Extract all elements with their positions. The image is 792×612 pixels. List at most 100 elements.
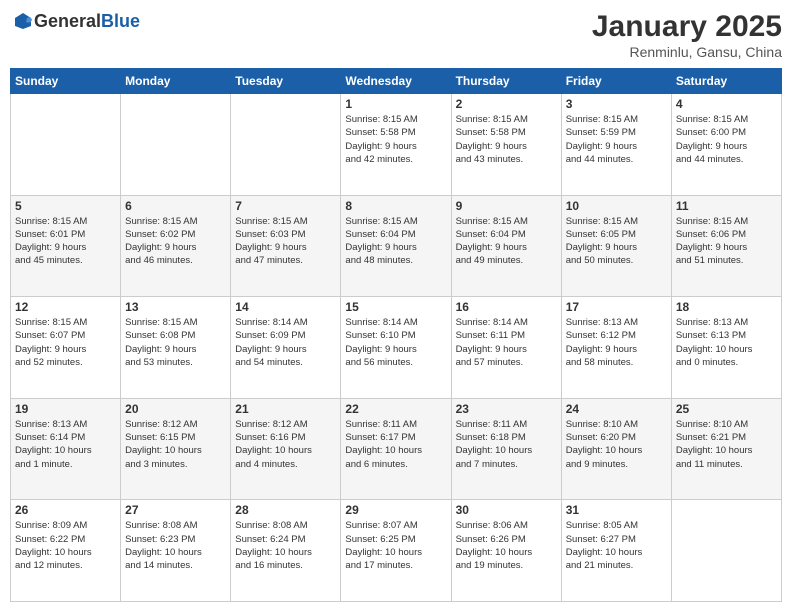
day-info: Sunrise: 8:15 AM Sunset: 6:04 PM Dayligh… bbox=[456, 215, 557, 268]
day-cell: 7Sunrise: 8:15 AM Sunset: 6:03 PM Daylig… bbox=[231, 195, 341, 297]
day-cell: 12 Sunrise: 8:15 AM Sunset: 6:07 PM Dayli… bbox=[11, 297, 121, 399]
day-cell: 3 Sunrise: 8:15 AM Sunset: 5:59 PM Daylig… bbox=[561, 94, 671, 196]
day-number: 12 bbox=[15, 300, 116, 314]
day-cell: 1 Sunrise: 8:15 AM Sunset: 5:58 PM Daylig… bbox=[341, 94, 451, 196]
day-info: Sunrise: 8:13 AM Sunset: 6:13 PM Dayligh… bbox=[676, 316, 777, 369]
day-cell: 24 Sunrise: 8:10 AM Sunset: 6:20 PM Dayli… bbox=[561, 398, 671, 500]
day-info: Sunrise: 8:15 AM Sunset: 6:03 PM Dayligh… bbox=[235, 215, 336, 268]
day-cell: 25Sunrise: 8:10 AM Sunset: 6:21 PM Dayli… bbox=[671, 398, 781, 500]
day-number: 6 bbox=[125, 199, 226, 213]
day-header-monday: Monday bbox=[121, 69, 231, 94]
day-number: 10 bbox=[566, 199, 667, 213]
day-number: 5 bbox=[15, 199, 116, 213]
day-number: 2 bbox=[456, 97, 557, 111]
day-info: Sunrise: 8:08 AM Sunset: 6:24 PM Dayligh… bbox=[235, 519, 336, 572]
day-cell: 23 Sunrise: 8:11 AM Sunset: 6:18 PM Dayli… bbox=[451, 398, 561, 500]
month-title: January 2025 bbox=[592, 10, 782, 44]
day-info: Sunrise: 8:15 AM Sunset: 6:00 PM Dayligh… bbox=[676, 113, 777, 166]
day-info: Sunrise: 8:10 AM Sunset: 6:20 PM Dayligh… bbox=[566, 418, 667, 471]
day-header-friday: Friday bbox=[561, 69, 671, 94]
day-number: 30 bbox=[456, 503, 557, 517]
calendar-header: SundayMondayTuesdayWednesdayThursdayFrid… bbox=[11, 69, 782, 94]
day-cell: 21Sunrise: 8:12 AM Sunset: 6:16 PM Dayli… bbox=[231, 398, 341, 500]
day-header-saturday: Saturday bbox=[671, 69, 781, 94]
page: GeneralBlue January 2025 Renminlu, Gansu… bbox=[0, 0, 792, 612]
day-cell: 26 Sunrise: 8:09 AM Sunset: 6:22 PM Dayli… bbox=[11, 500, 121, 602]
day-header-wednesday: Wednesday bbox=[341, 69, 451, 94]
day-info: Sunrise: 8:11 AM Sunset: 6:17 PM Dayligh… bbox=[345, 418, 446, 471]
day-number: 4 bbox=[676, 97, 777, 111]
day-cell bbox=[231, 94, 341, 196]
day-info: Sunrise: 8:15 AM Sunset: 5:58 PM Dayligh… bbox=[345, 113, 446, 166]
day-cell: 31Sunrise: 8:05 AM Sunset: 6:27 PM Dayli… bbox=[561, 500, 671, 602]
day-cell: 14Sunrise: 8:14 AM Sunset: 6:09 PM Dayli… bbox=[231, 297, 341, 399]
day-cell: 11 Sunrise: 8:15 AM Sunset: 6:06 PM Dayli… bbox=[671, 195, 781, 297]
day-info: Sunrise: 8:12 AM Sunset: 6:15 PM Dayligh… bbox=[125, 418, 226, 471]
day-info: Sunrise: 8:12 AM Sunset: 6:16 PM Dayligh… bbox=[235, 418, 336, 471]
day-number: 3 bbox=[566, 97, 667, 111]
day-number: 20 bbox=[125, 402, 226, 416]
day-info: Sunrise: 8:15 AM Sunset: 6:02 PM Dayligh… bbox=[125, 215, 226, 268]
day-info: Sunrise: 8:15 AM Sunset: 5:59 PM Dayligh… bbox=[566, 113, 667, 166]
day-cell: 9 Sunrise: 8:15 AM Sunset: 6:04 PM Daylig… bbox=[451, 195, 561, 297]
day-number: 8 bbox=[345, 199, 446, 213]
day-cell: 6 Sunrise: 8:15 AM Sunset: 6:02 PM Daylig… bbox=[121, 195, 231, 297]
logo-icon bbox=[12, 10, 34, 32]
day-info: Sunrise: 8:14 AM Sunset: 6:10 PM Dayligh… bbox=[345, 316, 446, 369]
day-info: Sunrise: 8:15 AM Sunset: 6:01 PM Dayligh… bbox=[15, 215, 116, 268]
day-number: 26 bbox=[15, 503, 116, 517]
day-cell: 16Sunrise: 8:14 AM Sunset: 6:11 PM Dayli… bbox=[451, 297, 561, 399]
day-cell: 13 Sunrise: 8:15 AM Sunset: 6:08 PM Dayli… bbox=[121, 297, 231, 399]
day-number: 9 bbox=[456, 199, 557, 213]
day-cell bbox=[121, 94, 231, 196]
day-cell: 17 Sunrise: 8:13 AM Sunset: 6:12 PM Dayli… bbox=[561, 297, 671, 399]
day-number: 14 bbox=[235, 300, 336, 314]
day-cell bbox=[671, 500, 781, 602]
location-title: Renminlu, Gansu, China bbox=[592, 44, 782, 60]
day-header-tuesday: Tuesday bbox=[231, 69, 341, 94]
day-header-thursday: Thursday bbox=[451, 69, 561, 94]
day-number: 27 bbox=[125, 503, 226, 517]
day-info: Sunrise: 8:15 AM Sunset: 6:04 PM Dayligh… bbox=[345, 215, 446, 268]
day-number: 23 bbox=[456, 402, 557, 416]
day-info: Sunrise: 8:07 AM Sunset: 6:25 PM Dayligh… bbox=[345, 519, 446, 572]
day-number: 29 bbox=[345, 503, 446, 517]
day-info: Sunrise: 8:09 AM Sunset: 6:22 PM Dayligh… bbox=[15, 519, 116, 572]
day-info: Sunrise: 8:06 AM Sunset: 6:26 PM Dayligh… bbox=[456, 519, 557, 572]
day-cell: 4 Sunrise: 8:15 AM Sunset: 6:00 PM Daylig… bbox=[671, 94, 781, 196]
day-cell: 8 Sunrise: 8:15 AM Sunset: 6:04 PM Daylig… bbox=[341, 195, 451, 297]
title-block: January 2025 Renminlu, Gansu, China bbox=[592, 10, 782, 60]
week-row-4: 26 Sunrise: 8:09 AM Sunset: 6:22 PM Dayli… bbox=[11, 500, 782, 602]
day-number: 1 bbox=[345, 97, 446, 111]
day-info: Sunrise: 8:15 AM Sunset: 6:05 PM Dayligh… bbox=[566, 215, 667, 268]
day-number: 15 bbox=[345, 300, 446, 314]
day-number: 17 bbox=[566, 300, 667, 314]
day-info: Sunrise: 8:08 AM Sunset: 6:23 PM Dayligh… bbox=[125, 519, 226, 572]
day-info: Sunrise: 8:15 AM Sunset: 6:07 PM Dayligh… bbox=[15, 316, 116, 369]
day-cell: 10 Sunrise: 8:15 AM Sunset: 6:05 PM Dayli… bbox=[561, 195, 671, 297]
day-info: Sunrise: 8:13 AM Sunset: 6:12 PM Dayligh… bbox=[566, 316, 667, 369]
day-cell bbox=[11, 94, 121, 196]
day-cell: 20 Sunrise: 8:12 AM Sunset: 6:15 PM Dayli… bbox=[121, 398, 231, 500]
day-info: Sunrise: 8:15 AM Sunset: 6:08 PM Dayligh… bbox=[125, 316, 226, 369]
calendar-body: 1 Sunrise: 8:15 AM Sunset: 5:58 PM Daylig… bbox=[11, 94, 782, 602]
day-cell: 29 Sunrise: 8:07 AM Sunset: 6:25 PM Dayli… bbox=[341, 500, 451, 602]
day-number: 28 bbox=[235, 503, 336, 517]
day-number: 13 bbox=[125, 300, 226, 314]
day-number: 25 bbox=[676, 402, 777, 416]
day-number: 18 bbox=[676, 300, 777, 314]
day-cell: 5 Sunrise: 8:15 AM Sunset: 6:01 PM Daylig… bbox=[11, 195, 121, 297]
day-number: 22 bbox=[345, 402, 446, 416]
logo-general: General bbox=[34, 11, 101, 31]
day-info: Sunrise: 8:15 AM Sunset: 6:06 PM Dayligh… bbox=[676, 215, 777, 268]
day-cell: 15 Sunrise: 8:14 AM Sunset: 6:10 PM Dayli… bbox=[341, 297, 451, 399]
week-row-2: 12 Sunrise: 8:15 AM Sunset: 6:07 PM Dayli… bbox=[11, 297, 782, 399]
day-info: Sunrise: 8:11 AM Sunset: 6:18 PM Dayligh… bbox=[456, 418, 557, 471]
day-number: 24 bbox=[566, 402, 667, 416]
logo-blue: Blue bbox=[101, 11, 140, 31]
day-number: 11 bbox=[676, 199, 777, 213]
day-cell: 2Sunrise: 8:15 AM Sunset: 5:58 PM Daylig… bbox=[451, 94, 561, 196]
day-info: Sunrise: 8:13 AM Sunset: 6:14 PM Dayligh… bbox=[15, 418, 116, 471]
day-info: Sunrise: 8:14 AM Sunset: 6:11 PM Dayligh… bbox=[456, 316, 557, 369]
header: GeneralBlue January 2025 Renminlu, Gansu… bbox=[10, 10, 782, 60]
